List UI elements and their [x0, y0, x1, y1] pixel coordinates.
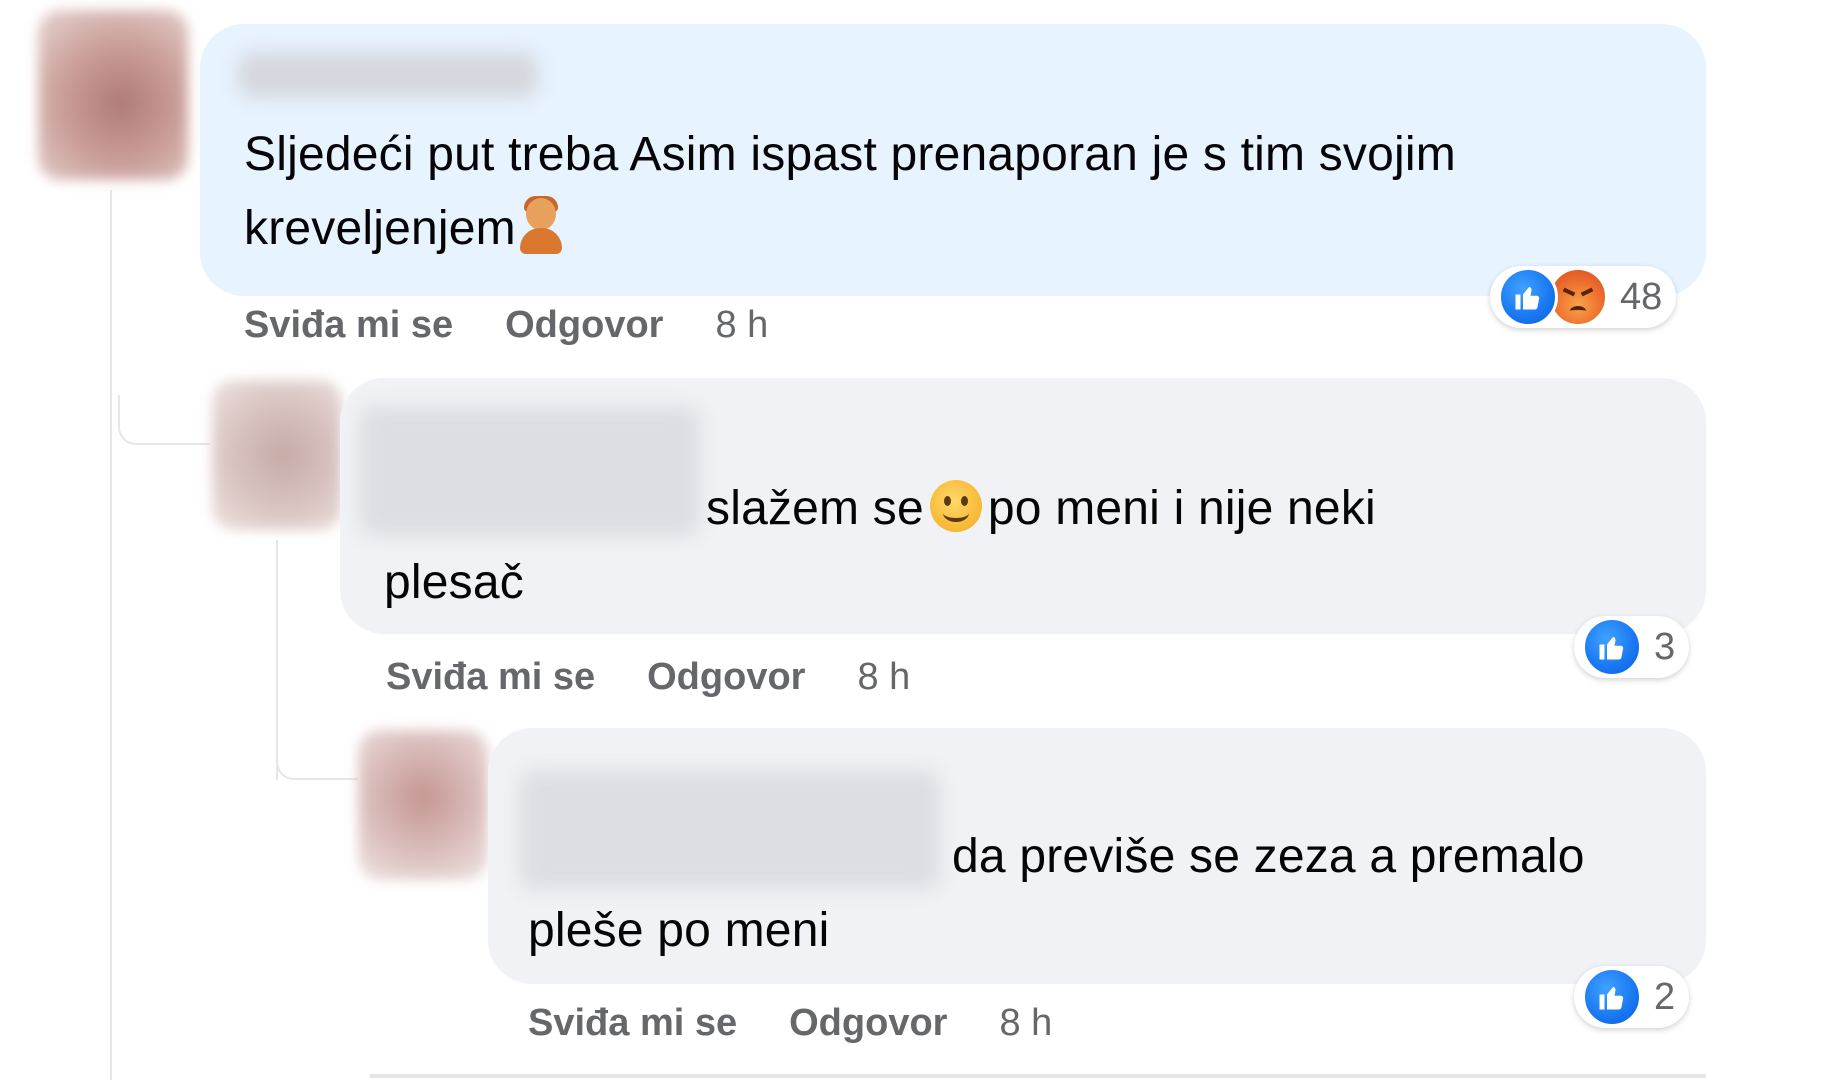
comment-text-line1: Sljedeći put treba Asim ispast prenapora…	[244, 128, 1456, 181]
comment-text: Sljedeći put treba Asim ispast prenapora…	[244, 118, 1684, 266]
avatar[interactable]	[212, 380, 342, 530]
comment-actions: Sviđa mi se Odgovor 8 h	[386, 652, 910, 702]
reply-button[interactable]: Odgovor	[647, 656, 805, 699]
comment-text-line1: slažem se	[706, 482, 924, 535]
comment-text-line1: da previše se zeza a premalo	[952, 830, 1585, 883]
like-icon	[1582, 617, 1642, 677]
like-icon	[1582, 967, 1642, 1027]
comment-actions: Sviđa mi se Odgovor 8 h	[244, 300, 768, 350]
reaction-count: 48	[1620, 275, 1663, 318]
comment-text: da previše se zeza a premalo pleše po me…	[528, 820, 1688, 968]
reaction-count: 3	[1654, 625, 1676, 668]
thread-line-main	[110, 190, 112, 1080]
avatar[interactable]	[38, 10, 188, 180]
comment-text-line2: pleše po meni	[528, 904, 830, 957]
like-button[interactable]: Sviđa mi se	[386, 656, 595, 699]
comment-text-line2: plesač	[384, 556, 524, 609]
comment-text-line1-cont: po meni i nije neki	[987, 482, 1376, 535]
like-button[interactable]: Sviđa mi se	[244, 304, 453, 347]
comment-text: slažem se po meni i nije neki plesač	[384, 472, 1684, 620]
author-name-blurred[interactable]	[238, 52, 538, 98]
reply-button[interactable]: Odgovor	[789, 1002, 947, 1045]
reaction-summary[interactable]: 48	[1490, 266, 1677, 328]
comment-thread: Sljedeći put treba Asim ispast prenapora…	[0, 0, 1847, 1080]
timestamp[interactable]: 8 h	[715, 304, 768, 347]
reaction-summary[interactable]: 2	[1574, 966, 1690, 1028]
reply-button[interactable]: Odgovor	[505, 304, 663, 347]
smiling-face-emoji	[929, 480, 982, 532]
like-icon	[1498, 267, 1558, 327]
person-facepalm-emoji	[518, 196, 562, 254]
thread-connector-reply-2	[276, 730, 358, 780]
thread-connector-reply-1	[118, 395, 210, 445]
like-button[interactable]: Sviđa mi se	[528, 1002, 737, 1045]
reaction-summary[interactable]: 3	[1574, 616, 1690, 678]
bottom-divider	[370, 1074, 1706, 1078]
timestamp[interactable]: 8 h	[857, 656, 910, 699]
comment-text-line2: kreveljenjem	[244, 202, 516, 255]
avatar[interactable]	[358, 730, 488, 880]
reaction-count: 2	[1654, 975, 1676, 1018]
comment-actions: Sviđa mi se Odgovor 8 h	[528, 998, 1052, 1048]
timestamp[interactable]: 8 h	[999, 1002, 1052, 1045]
